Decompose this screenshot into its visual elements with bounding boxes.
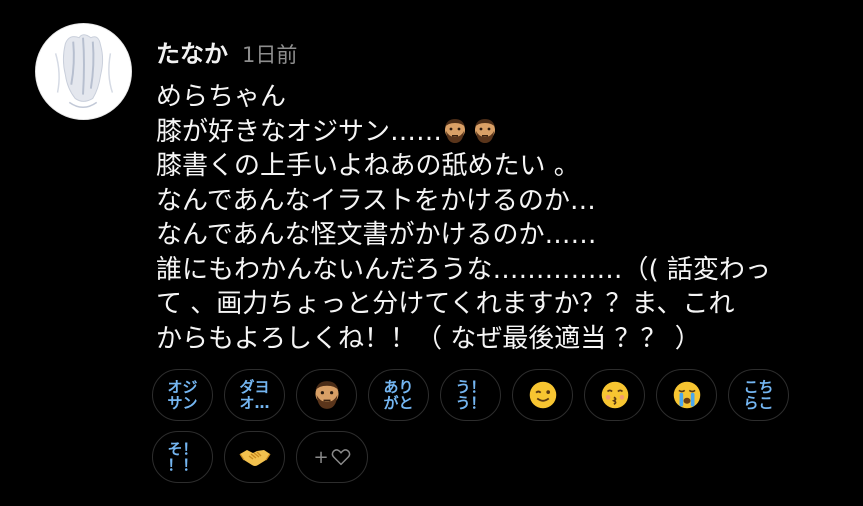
bearded-man-icon	[314, 381, 339, 409]
reaction-uu[interactable]: う！ う！	[440, 369, 501, 421]
timestamp[interactable]: 1日前	[242, 39, 297, 69]
comment-line: からもよろしくね！！（ なぜ最後適当 ？？ ）	[156, 323, 701, 354]
reaction-label: ダヨ オ…	[239, 378, 270, 412]
bearded-man-emoji	[445, 118, 466, 143]
plus-label: +	[313, 446, 329, 468]
reaction-kochirakoso[interactable]: こち らこ	[728, 369, 789, 421]
reaction-arigato[interactable]: あり がと	[368, 369, 429, 421]
reaction-kiss[interactable]	[584, 369, 645, 421]
comment-line: 誰にもわかんないんだろうな……………（( 話変わっ	[156, 254, 771, 285]
comment-line: なんであんなイラストをかけるのか…	[156, 185, 596, 216]
comment-line: て 、画力ちょっと分けてくれますか？？ま、これ	[156, 289, 735, 319]
reaction-so[interactable]: そ！ ！！	[152, 431, 213, 483]
kissing-face-icon	[601, 381, 628, 409]
comment-line: 膝書くの上手いよねあの舐めたい 。	[156, 151, 580, 181]
reaction-bearded-man[interactable]	[296, 369, 357, 421]
crying-face-icon	[673, 381, 700, 409]
reaction-label: オジ サン	[167, 378, 198, 412]
comment-header: たなか 1日前	[156, 34, 297, 68]
reaction-ojisan[interactable]: オジ サン	[152, 369, 213, 421]
comment-line-text: 膝が好きなオジサン……	[156, 116, 443, 147]
reaction-handshake[interactable]	[224, 431, 285, 483]
reaction-label: う！ う！	[455, 378, 486, 412]
handshake-icon	[239, 450, 270, 466]
avatar[interactable]	[35, 23, 132, 120]
winking-face-icon	[529, 381, 556, 409]
reaction-label: こち らこ	[743, 378, 774, 412]
reaction-crying[interactable]	[656, 369, 717, 421]
reaction-wink[interactable]	[512, 369, 573, 421]
comment-line: めらちゃん	[156, 82, 287, 112]
reaction-label: そ！ ！！	[167, 440, 198, 474]
comment-line-with-emoji: 膝が好きなオジサン……	[156, 115, 846, 150]
username[interactable]: たなか	[156, 34, 228, 69]
comment-line: なんであんな怪文書がかけるのか……	[156, 220, 597, 250]
avatar-image	[36, 24, 131, 119]
reaction-dayoo[interactable]: ダヨ オ…	[224, 369, 285, 421]
bearded-man-emoji	[475, 118, 496, 143]
comment-body: めらちゃん 膝が好きなオジサン…… 膝書くの上手いよねあの舐めたい 。 なんであ…	[156, 80, 846, 356]
reaction-label: あり がと	[383, 378, 414, 412]
add-reaction-button[interactable]: +	[296, 431, 368, 483]
heart-outline-icon	[331, 449, 350, 466]
add-reaction-content: +	[313, 447, 350, 468]
